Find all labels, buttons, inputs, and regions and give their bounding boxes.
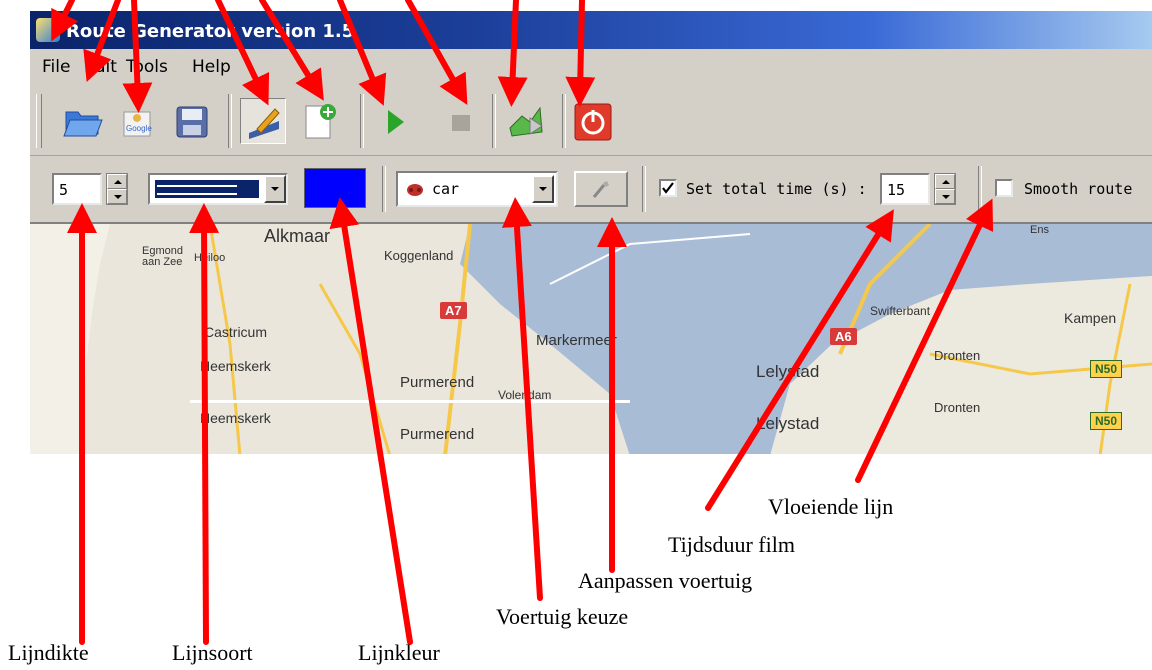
arrow [189, 203, 220, 645]
arrow [497, 0, 528, 107]
arrow [705, 209, 894, 511]
arrow [83, 0, 121, 83]
arrow [501, 197, 543, 601]
caption-line-color: Lijnkleur [358, 640, 440, 665]
caption-smooth-line: Vloeiende lijn [768, 494, 894, 519]
caption-line-width: Lijndikte [8, 640, 89, 665]
arrow [565, 0, 596, 107]
caption-vehicle-edit: Aanpassen voertuig [578, 568, 753, 593]
arrow [855, 198, 994, 483]
arrow [259, 0, 324, 101]
arrow [405, 0, 468, 106]
arrow [329, 197, 413, 645]
caption-duration: Tijdsduur film [668, 532, 795, 557]
annotation-arrows [51, 0, 994, 645]
caption-line-type: Lijnsoort [172, 640, 253, 665]
arrow [51, 0, 79, 42]
arrow [215, 0, 270, 106]
caption-vehicle-choice: Voertuig keuze [496, 604, 629, 629]
arrow [337, 0, 387, 106]
arrow [122, 0, 153, 113]
